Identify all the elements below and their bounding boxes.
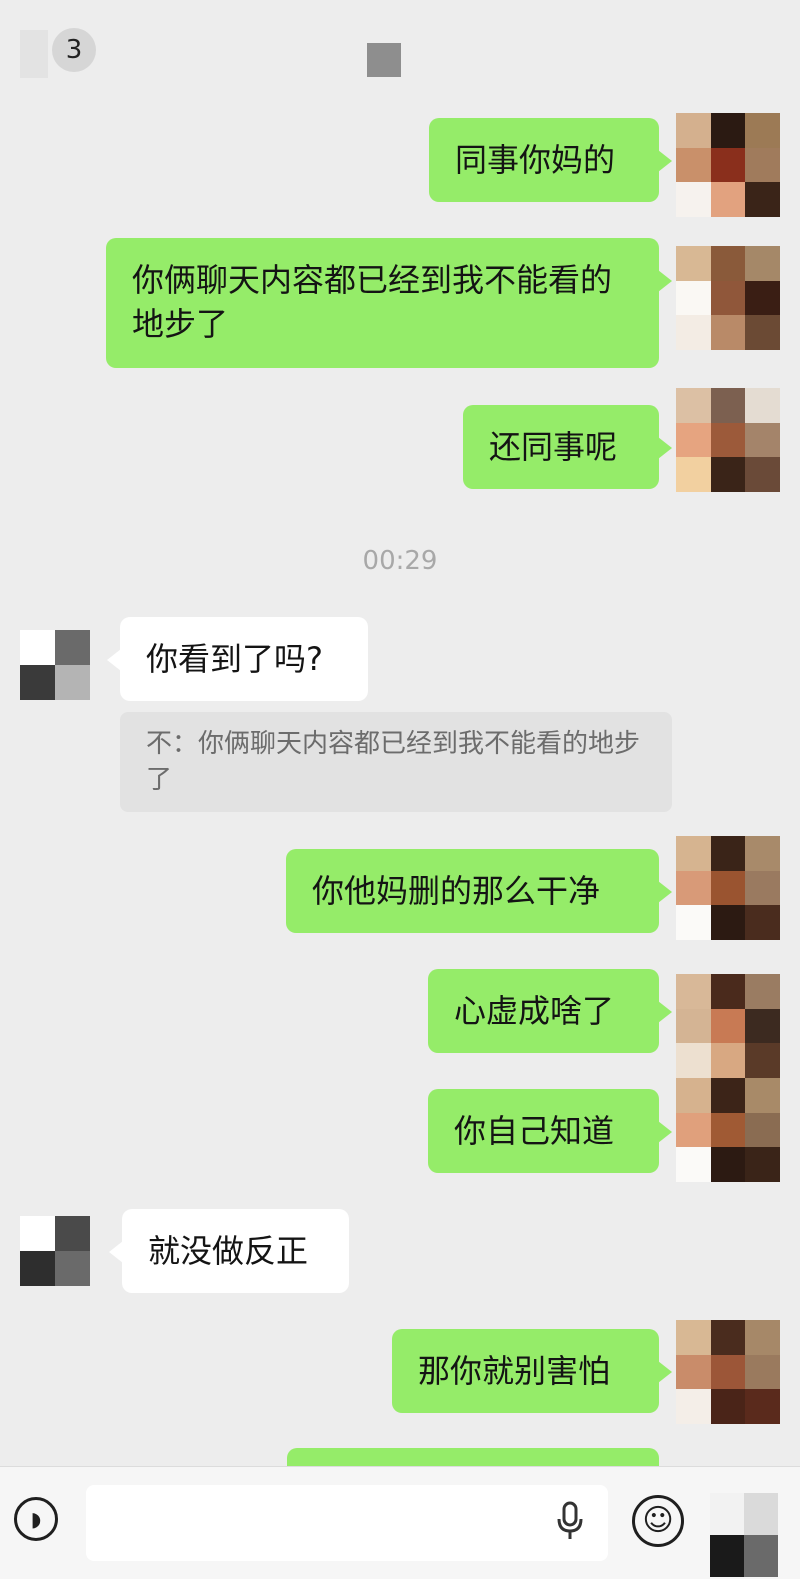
unread-count-badge[interactable]: 3 [52,28,96,72]
message-text: 你俩聊天内容都已经到我不能看的地步了 [132,261,613,343]
my-avatar[interactable] [676,246,780,350]
back-icon[interactable] [20,30,48,78]
microphone-icon-glyph [557,1501,583,1539]
my-avatar[interactable] [676,1078,780,1182]
microphone-icon[interactable] [548,1499,592,1549]
message-bubble-received[interactable]: 就没做反正 [109,1209,349,1293]
contact-avatar[interactable] [20,1216,90,1286]
my-avatar[interactable] [676,836,780,940]
message-text: 你他妈删的那么干净 [312,872,601,910]
message-text: 还同事呢 [489,428,618,466]
message-text: 同事你妈的 [455,141,616,179]
message-input[interactable] [86,1485,608,1561]
message-bubble-sent[interactable]: 你俩聊天内容都已经到我不能看的地步了 [106,238,672,368]
message-text: 你看到了吗? [146,640,323,678]
my-avatar[interactable] [676,1320,780,1424]
message-bubble-sent-partial[interactable] [287,1448,659,1468]
my-avatar[interactable] [676,113,780,217]
input-bar: ◗ ☺ [0,1466,800,1579]
message-bubble-sent[interactable]: 心虚成啥了 [428,969,672,1053]
quote-text: 不：你俩聊天内容都已经到我不能看的地步了 [146,729,641,795]
message-text: 那你就别害怕 [418,1352,611,1390]
message-text: 就没做反正 [148,1232,309,1270]
emoji-icon[interactable]: ☺ [632,1495,684,1547]
message-text: 心虚成啥了 [454,992,615,1030]
top-bar: 3 [0,0,800,92]
contact-avatar[interactable] [20,630,90,700]
my-avatar[interactable] [676,388,780,492]
message-timestamp: 00:29 [362,546,438,576]
voice-icon[interactable]: ◗ [14,1497,58,1541]
message-bubble-received[interactable]: 你看到了吗? [107,617,368,701]
contact-avatar-partial [710,1493,778,1577]
message-bubble-sent[interactable]: 你自己知道 [428,1089,672,1173]
message-text: 你自己知道 [454,1112,615,1150]
quoted-message[interactable]: 不：你俩聊天内容都已经到我不能看的地步了 [120,712,672,812]
message-bubble-sent[interactable]: 还同事呢 [463,405,672,489]
message-bubble-sent[interactable]: 你他妈删的那么干净 [286,849,672,933]
chat-title-pixelated [367,43,401,77]
my-avatar[interactable] [676,974,780,1078]
message-bubble-sent[interactable]: 同事你妈的 [429,118,672,202]
message-bubble-sent[interactable]: 那你就别害怕 [392,1329,672,1413]
